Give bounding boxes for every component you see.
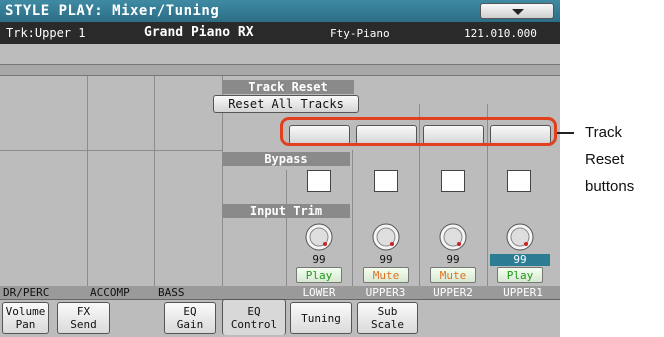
input-trim-value-upper3: 99	[379, 253, 393, 266]
input-trim-knob-upper2[interactable]	[438, 222, 468, 252]
tab-bar: Volume Pan FX Send EQ Gain EQ Control Tu…	[0, 299, 560, 337]
channel-label-upper1: UPPER1	[503, 286, 543, 299]
track-reset-header: Track Reset	[222, 80, 354, 94]
triangle-down-icon	[512, 9, 524, 15]
tab-fx-send[interactable]: FX Send	[57, 302, 110, 334]
channel-label-accomp: ACCOMP	[90, 286, 130, 299]
bypass-header: Bypass	[222, 152, 350, 166]
input-trim-value-upper1: 99	[490, 254, 550, 266]
channel-label-bass: BASS	[158, 286, 185, 299]
input-trim-value-upper2: 99	[446, 253, 460, 266]
channel-labels: DR/PERC ACCOMP BASS LOWER UPPER3 UPPER2 …	[0, 286, 560, 299]
input-trim-knob-upper1[interactable]	[505, 222, 535, 252]
program-number: 121.010.000	[464, 27, 537, 40]
header-stripe	[0, 64, 560, 76]
page-title: STYLE PLAY: Mixer/Tuning	[5, 3, 220, 19]
tab-sub-scale[interactable]: Sub Scale	[357, 302, 418, 334]
channel-label-upper3: UPPER3	[365, 286, 406, 299]
play-mute-button-upper2[interactable]: Mute	[430, 267, 476, 283]
input-trim-value-lower: 99	[312, 253, 326, 266]
sound-bank: Fty-Piano	[330, 27, 390, 40]
row-divider	[0, 150, 222, 151]
annotation-line-2: Reset	[585, 151, 625, 168]
bypass-checkbox-upper2[interactable]	[441, 170, 465, 192]
callout-leader-line	[557, 132, 574, 134]
mixer-area: Track Reset Reset All Tracks Bypass Inpu…	[0, 44, 560, 320]
tab-tuning[interactable]: Tuning	[290, 302, 352, 334]
channel-label-upper2: UPPER2	[433, 286, 473, 299]
input-trim-knob-lower[interactable]	[304, 222, 334, 252]
page-menu-button[interactable]	[480, 3, 554, 19]
channel-divider	[154, 76, 155, 287]
bypass-checkbox-upper1[interactable]	[507, 170, 531, 192]
input-trim-header: Input Trim	[222, 204, 350, 218]
channel-divider	[87, 76, 88, 287]
channel-label-lower: LOWER	[302, 286, 336, 299]
play-mute-button-upper3[interactable]: Mute	[363, 267, 409, 283]
play-mute-button-upper1[interactable]: Play	[497, 267, 543, 283]
tab-volume-pan[interactable]: Volume Pan	[2, 302, 49, 334]
reset-all-tracks-button[interactable]: Reset All Tracks	[213, 95, 359, 113]
play-mute-button-lower[interactable]: Play	[296, 267, 342, 283]
channel-divider	[352, 150, 353, 287]
track-reset-callout	[280, 117, 557, 146]
tab-eq-control[interactable]: EQ Control	[222, 299, 286, 335]
tab-eq-gain[interactable]: EQ Gain	[164, 302, 216, 334]
input-trim-knob-upper3[interactable]	[371, 222, 401, 252]
annotation-line-1: Track	[585, 124, 622, 141]
sound-name: Grand Piano RX	[144, 25, 254, 40]
track-info-bar: Trk:Upper 1 Grand Piano RX Fty-Piano 121…	[0, 22, 560, 44]
track-name: Trk:Upper 1	[6, 26, 86, 40]
bypass-checkbox-lower[interactable]	[307, 170, 331, 192]
mixer-screen: STYLE PLAY: Mixer/Tuning Trk:Upper 1 Gra…	[0, 0, 560, 337]
annotation-line-3: buttons	[585, 178, 635, 195]
channel-divider	[286, 170, 287, 287]
bypass-checkbox-upper3[interactable]	[374, 170, 398, 192]
title-bar: STYLE PLAY: Mixer/Tuning	[0, 0, 560, 22]
channel-label-drperc: DR/PERC	[3, 286, 50, 299]
